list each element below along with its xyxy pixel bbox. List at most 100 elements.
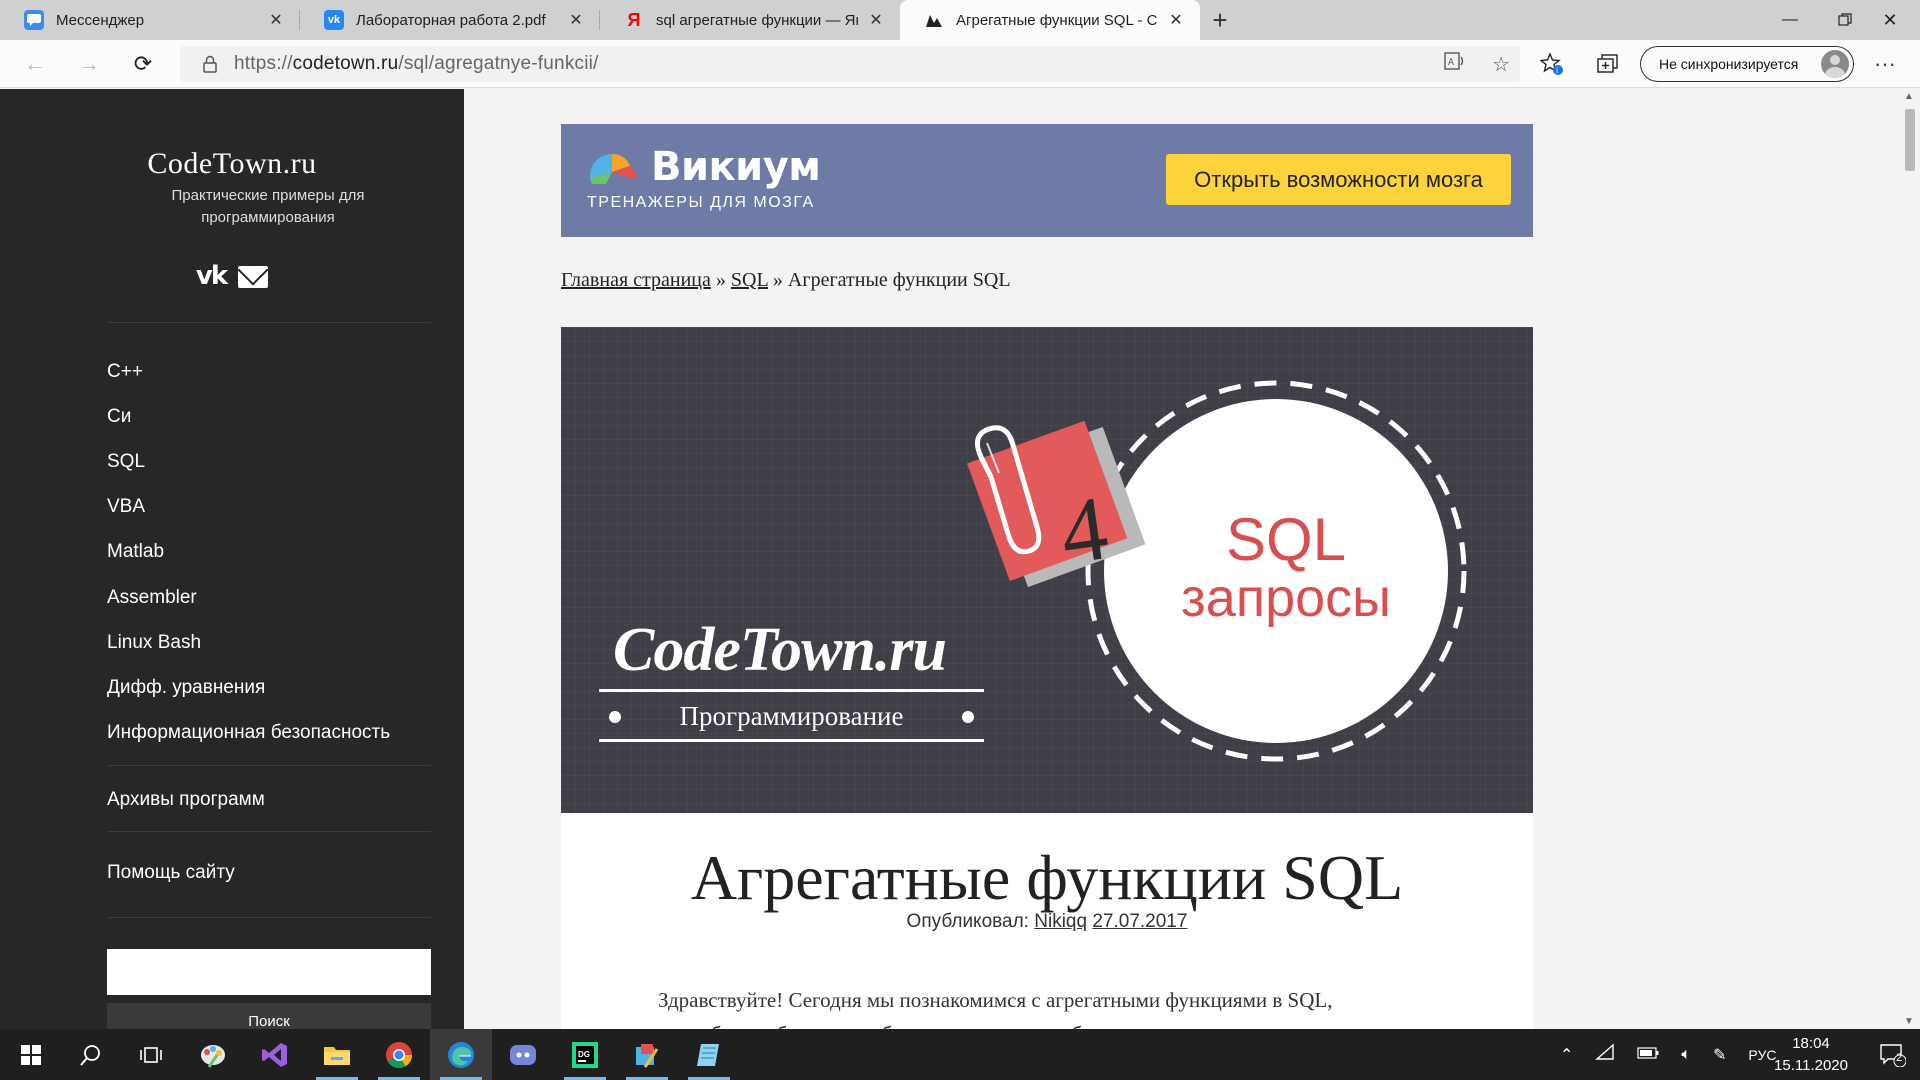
more-menu-icon[interactable]: ··· bbox=[1865, 40, 1905, 88]
breadcrumb-home[interactable]: Главная страница bbox=[561, 269, 711, 291]
clock[interactable]: 18:04 15.11.2020 bbox=[1756, 1033, 1866, 1077]
scroll-down-icon[interactable]: ▼ bbox=[1904, 1016, 1914, 1027]
tab-title: sql агрегатные функции — Янде bbox=[656, 11, 858, 29]
divider bbox=[107, 831, 431, 832]
notification-count: 2 bbox=[1896, 1052, 1903, 1064]
scroll-up-icon[interactable]: ▲ bbox=[1904, 91, 1914, 102]
site-name[interactable]: CodeTown.ru bbox=[0, 147, 464, 181]
pen-icon[interactable]: ✎ bbox=[1713, 1045, 1726, 1065]
article-intro: Здравствуйте! Сегодня мы познакомимся с … bbox=[658, 988, 1333, 1029]
hero-divider-top bbox=[599, 689, 984, 692]
close-icon[interactable]: ✕ bbox=[866, 10, 886, 30]
main-content: Викиум ТРЕНАЖЕРЫ ДЛЯ МОЗГА Открыть возмо… bbox=[464, 89, 1900, 1029]
task-view-icon[interactable] bbox=[120, 1029, 182, 1080]
divider bbox=[107, 765, 431, 766]
file-explorer-icon[interactable] bbox=[306, 1029, 368, 1080]
sidebar-item-infosec[interactable]: Информационная безопасность bbox=[107, 711, 431, 756]
sidebar-item-vba[interactable]: VBA bbox=[107, 485, 431, 530]
chevron-up-icon[interactable]: ⌃ bbox=[1560, 1045, 1573, 1065]
address-bar[interactable]: https://codetown.ru/sql/agregatnye-funkc… bbox=[180, 46, 1520, 82]
archives-link[interactable]: Архивы программ bbox=[107, 789, 265, 811]
lock-icon[interactable] bbox=[192, 55, 228, 73]
forward-button[interactable]: → bbox=[62, 40, 116, 88]
ad-banner[interactable]: Викиум ТРЕНАЖЕРЫ ДЛЯ МОЗГА Открыть возмо… bbox=[561, 124, 1533, 237]
refresh-button[interactable]: ⟳ bbox=[116, 40, 170, 88]
notepad-app-icon[interactable] bbox=[678, 1029, 740, 1080]
close-icon[interactable]: ✕ bbox=[1166, 10, 1186, 30]
search-button[interactable]: Поиск bbox=[107, 1003, 431, 1029]
paint-brush-icon[interactable] bbox=[616, 1029, 678, 1080]
svg-text:A: A bbox=[1448, 57, 1454, 67]
author-link[interactable]: Nikiqq bbox=[1034, 911, 1087, 932]
sidebar-item-cpp[interactable]: C++ bbox=[107, 349, 431, 394]
sidebar-item-assembler[interactable]: Assembler bbox=[107, 575, 431, 620]
close-icon[interactable]: ✕ bbox=[266, 10, 286, 30]
start-button[interactable] bbox=[0, 1029, 62, 1080]
datagrip-icon[interactable]: DG bbox=[554, 1029, 616, 1080]
ad-brand: Викиум bbox=[651, 144, 821, 190]
hero-divider-bottom bbox=[599, 739, 984, 742]
codetown-icon bbox=[924, 10, 944, 30]
badge-line1: SQL bbox=[1225, 506, 1347, 573]
hero-logo-sub: Программирование bbox=[599, 701, 984, 732]
tab-title: Агрегатные функции SQL - Cod bbox=[956, 11, 1158, 29]
breadcrumb: Главная страница » SQL » Агрегатные функ… bbox=[561, 269, 1011, 291]
tab-strip: Мессенджер ✕ vk Лабораторная работа 2.pd… bbox=[0, 0, 1920, 40]
back-button[interactable]: ← bbox=[8, 40, 62, 88]
close-icon[interactable]: ✕ bbox=[566, 10, 586, 30]
wikium-logo-icon bbox=[589, 153, 637, 184]
system-tray: ⌃ 🔈︎ ✎ РУС bbox=[1560, 1029, 1776, 1080]
chrome-icon[interactable] bbox=[368, 1029, 430, 1080]
tab-title: Мессенджер bbox=[56, 11, 145, 29]
messenger-icon bbox=[24, 10, 44, 30]
new-tab-button[interactable]: + bbox=[1200, 0, 1240, 40]
network-icon[interactable] bbox=[1595, 1043, 1615, 1066]
yandex-icon: Я bbox=[627, 9, 641, 30]
sidebar-item-c[interactable]: Си bbox=[107, 394, 431, 439]
taskbar: DG ⌃ 🔈︎ ✎ РУС 18:04 15.11.2020 2 bbox=[0, 1029, 1920, 1080]
divider bbox=[107, 322, 431, 323]
ad-cta-button[interactable]: Открыть возможности мозга bbox=[1166, 154, 1511, 205]
vk-icon[interactable]: vk bbox=[196, 261, 228, 291]
article-meta: Опубликовал: Nikiqq 27.07.2017 bbox=[906, 911, 1188, 932]
scroll-thumb[interactable] bbox=[1905, 109, 1915, 171]
tab-messenger[interactable]: Мессенджер ✕ bbox=[0, 0, 300, 40]
tab-pdf[interactable]: vk Лабораторная работа 2.pdf ✕ bbox=[300, 0, 600, 40]
battery-icon[interactable] bbox=[1637, 1046, 1659, 1064]
minimize-button[interactable]: — bbox=[1760, 0, 1820, 40]
search-icon[interactable] bbox=[60, 1029, 122, 1080]
breadcrumb-sql[interactable]: SQL bbox=[731, 269, 768, 291]
tab-title: Лабораторная работа 2.pdf bbox=[356, 11, 546, 29]
divider bbox=[107, 917, 431, 918]
discord-icon[interactable] bbox=[492, 1029, 554, 1080]
collections-icon[interactable] bbox=[1588, 40, 1628, 88]
sync-profile-button[interactable]: Не синхронизируется bbox=[1640, 46, 1854, 82]
notification-center-icon[interactable]: 2 bbox=[1866, 1029, 1920, 1080]
page-scrollbar[interactable]: ▲ ▼ bbox=[1900, 89, 1920, 1029]
close-window-button[interactable]: ✕ bbox=[1860, 0, 1920, 40]
sidebar-item-diff-eq[interactable]: Дифф. уравнения bbox=[107, 665, 431, 710]
mail-icon[interactable] bbox=[238, 266, 269, 288]
site-tagline: Практические примеры для программировани… bbox=[171, 187, 365, 226]
sync-label: Не синхронизируется bbox=[1659, 56, 1799, 72]
favorites-icon[interactable]: i bbox=[1532, 40, 1572, 88]
sidebar: CodeTown.ru Практические примеры для про… bbox=[0, 89, 464, 1029]
svg-text:i: i bbox=[1556, 66, 1558, 75]
favorite-star-icon[interactable]: ☆ bbox=[1492, 52, 1510, 77]
help-site-link[interactable]: Помощь сайту bbox=[107, 862, 235, 884]
edge-icon[interactable] bbox=[430, 1029, 492, 1080]
visual-studio-icon[interactable] bbox=[244, 1029, 306, 1080]
sidebar-item-matlab[interactable]: Matlab bbox=[107, 530, 431, 575]
tab-yandex[interactable]: Я sql агрегатные функции — Янде ✕ bbox=[600, 0, 900, 40]
volume-icon[interactable]: 🔈︎ bbox=[1681, 1046, 1691, 1064]
paint-app-icon[interactable] bbox=[182, 1029, 244, 1080]
tab-codetown[interactable]: Агрегатные функции SQL - Cod ✕ bbox=[900, 0, 1200, 40]
search-input[interactable] bbox=[107, 949, 431, 995]
sidebar-nav: C++ Си SQL VBA Matlab Assembler Linux Ba… bbox=[107, 349, 431, 756]
read-aloud-icon[interactable]: A bbox=[1444, 51, 1466, 77]
date-link[interactable]: 27.07.2017 bbox=[1092, 911, 1187, 932]
article: Агрегатные функции SQL Опубликовал: Niki… bbox=[561, 813, 1533, 1029]
sidebar-item-sql[interactable]: SQL bbox=[107, 439, 431, 484]
browser-toolbar: ← → ⟳ https://codetown.ru/sql/agregatnye… bbox=[0, 40, 1920, 88]
sidebar-item-linux-bash[interactable]: Linux Bash bbox=[107, 620, 431, 665]
